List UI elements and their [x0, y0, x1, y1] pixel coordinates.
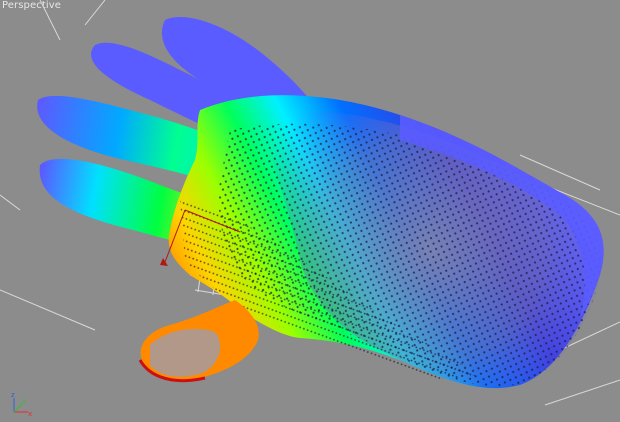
perspective-viewport[interactable]: Perspective x z y: [0, 0, 620, 422]
hand-model[interactable]: [37, 16, 604, 388]
axis-tripod: x z y: [11, 391, 32, 418]
scene-canvas[interactable]: x z y: [0, 0, 620, 422]
svg-text:z: z: [11, 391, 15, 399]
svg-text:y: y: [22, 397, 26, 405]
svg-text:x: x: [28, 410, 32, 418]
